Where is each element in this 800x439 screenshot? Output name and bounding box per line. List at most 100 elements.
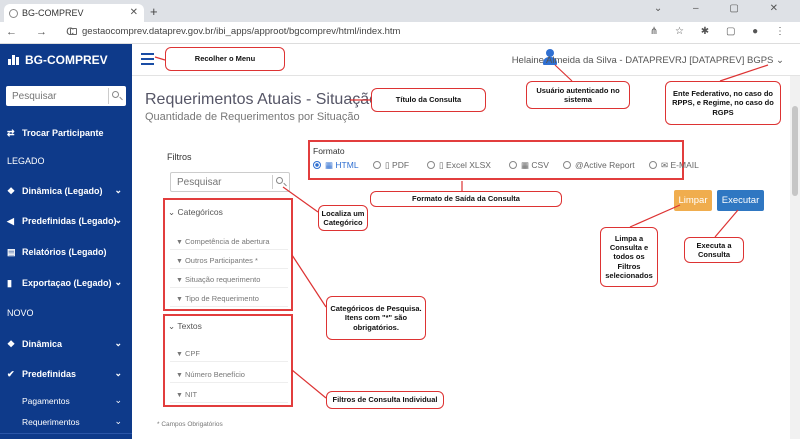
textos-header[interactable]: ⌄ Textos <box>168 321 202 332</box>
sidebar-subitem-label: Pagamentos <box>22 396 70 406</box>
chevron-down-icon: ⌄ <box>114 395 122 405</box>
filter-icon: ▼ <box>176 296 183 303</box>
format-option-label: Excel XLSX <box>446 160 491 170</box>
callout-categoricos: Categóricos de Pesquisa. Itens com "*" s… <box>326 296 426 340</box>
check-icon: ✔ <box>7 369 15 379</box>
sidebar: ⇄ Trocar Participante LEGADO ❖ Dinâmica (L… <box>0 76 132 439</box>
sidebar-item-label: Exportaçao (Legado) <box>22 278 112 288</box>
sidebar-item-predefinidas-legado[interactable]: ◀ Predefinidas (Legado) ⌄ <box>0 211 132 233</box>
filter-icon: ▼ <box>176 258 183 265</box>
arrow-executa <box>714 209 739 238</box>
filter-item[interactable]: ▼ Competência de abertura <box>170 233 288 250</box>
format-option-label: HTML <box>335 160 359 170</box>
callout-localiza: Localiza um Categórico <box>318 205 368 231</box>
callout-executa: Executa a Consulta <box>684 237 744 263</box>
executar-button[interactable]: Executar <box>717 190 764 211</box>
sidebar-item-relatorios-legado[interactable]: ▤ Relatórios (Legado) <box>0 242 132 264</box>
format-label: Formato <box>313 146 345 156</box>
tab-close-icon[interactable]: ✕ <box>130 7 138 18</box>
hamburger-menu-icon[interactable] <box>141 53 154 68</box>
page-scrollbar[interactable] <box>790 76 800 439</box>
sidebar-search-input[interactable] <box>6 86 106 106</box>
format-option-pdf[interactable]: ▯ PDF <box>373 160 409 171</box>
callout-limpa: Limpa a Consulta e todos os Filtros sele… <box>600 227 658 287</box>
sidebar-item-label: Dinâmica (Legado) <box>22 186 103 196</box>
filter-item-label: Número Benefício <box>184 370 245 379</box>
new-tab-icon[interactable]: + <box>150 4 158 19</box>
filter-search-input[interactable] <box>171 173 267 191</box>
filter-item[interactable]: ▼ CPF <box>170 345 288 362</box>
sidebar-item-dinamica-legado[interactable]: ❖ Dinâmica (Legado) ⌄ <box>0 181 132 203</box>
radio-icon <box>509 161 517 169</box>
format-option-html[interactable]: ▦ HTML <box>313 160 359 171</box>
url-text: gestaocomprev.dataprev.gov.br/ibi_apps/a… <box>82 26 401 37</box>
app-header: BG-COMPREV Helaine Almeida da Silva - DA… <box>0 44 800 76</box>
filter-item-label: Situação requerimento <box>184 275 261 284</box>
sidebar-item-trocar-participante[interactable]: ⇄ Trocar Participante <box>0 123 132 145</box>
chevron-down-icon: ⌄ <box>114 277 122 287</box>
sidebar-item-label: Trocar Participante <box>22 128 104 138</box>
limpar-button[interactable]: Limpar <box>674 190 712 211</box>
sidebar-item-dinamica[interactable]: ❖ Dinâmica ⌄ <box>0 334 132 356</box>
required-fields-note: * Campos Obrigatórios <box>157 421 223 428</box>
radio-selected-icon <box>313 161 321 169</box>
browser-tab-bar: BG-COMPREV ✕ + ⌄ – ▢ ✕ <box>0 0 800 22</box>
user-menu[interactable]: Helaine Almeida da Silva - DATAPREVRJ [D… <box>512 55 784 66</box>
search-icon[interactable] <box>108 88 124 104</box>
filter-item[interactable]: ▼ NIT <box>170 386 288 403</box>
browser-tab[interactable]: BG-COMPREV ✕ <box>4 4 144 22</box>
arrow-limpa <box>629 204 681 228</box>
format-option-csv[interactable]: ▦ CSV <box>509 160 549 171</box>
file-icon: ▤ <box>7 247 16 257</box>
filter-icon: ▼ <box>176 277 183 284</box>
format-option-active-report[interactable]: @Active Report <box>563 160 635 170</box>
sidebar-section-novo: NOVO <box>0 303 132 325</box>
brand-logo[interactable]: BG-COMPREV <box>0 44 132 76</box>
cubes-icon: ❖ <box>7 339 16 349</box>
sidebar-item-label: Dinâmica <box>22 339 63 349</box>
callout-filtros-individuais: Filtros de Consulta Individual <box>326 391 444 409</box>
format-option-label: PDF <box>392 160 410 170</box>
document-icon: ▮ <box>7 278 12 288</box>
excel-icon: ▯ <box>439 160 447 170</box>
radio-icon <box>563 161 571 169</box>
user-name: Helaine Almeida da Silva - DATAPREVRJ [D… <box>511 55 774 66</box>
browser-toolbar-icons[interactable]: ⋔ ☆ ✱ ▢ ● ⋮ <box>650 26 792 37</box>
favicon-icon <box>9 9 18 18</box>
filter-item[interactable]: ▼ Número Benefício <box>170 366 288 383</box>
chevron-down-icon: ⌄ <box>114 338 122 348</box>
scrollbar-thumb[interactable] <box>792 106 798 196</box>
textos-title: Textos <box>177 321 202 331</box>
lock-icon <box>70 28 77 35</box>
format-option-email[interactable]: ✉ E-MAIL <box>649 160 699 171</box>
callout-recolher-menu: Recolher o Menu <box>165 47 285 71</box>
sidebar-subitem-requerimentos[interactable]: Requerimentos ⌄ <box>0 413 132 431</box>
search-icon[interactable] <box>272 175 287 189</box>
swap-icon: ⇄ <box>7 128 15 138</box>
caret-left-icon: ◀ <box>7 216 14 226</box>
radio-icon <box>649 161 657 169</box>
filter-item-label: NIT <box>184 390 198 399</box>
sidebar-section-label: NOVO <box>7 308 34 318</box>
cubes-icon: ❖ <box>7 186 16 196</box>
filter-item-label: Outros Participantes * <box>184 256 258 265</box>
callout-ente-federativo: Ente Federativo, no caso do RPPS, e Regi… <box>665 81 781 125</box>
address-bar: ← → C gestaocomprev.dataprev.gov.br/ibi_… <box>0 22 800 44</box>
radio-icon <box>373 161 381 169</box>
format-option-xlsx[interactable]: ▯ Excel XLSX <box>427 160 491 171</box>
sidebar-section-legado: LEGADO <box>0 151 132 173</box>
format-option-label: @Active Report <box>575 160 635 170</box>
arrow-categoricos <box>291 254 327 308</box>
sidebar-item-exportacao-legado[interactable]: ▮ Exportaçao (Legado) ⌄ <box>0 273 132 295</box>
callout-usuario-autenticado: Usuário autenticado no sistema <box>526 81 630 109</box>
filter-item[interactable]: ▼ Outros Participantes * <box>170 252 288 269</box>
categoricos-header[interactable]: ⌄ Categóricos <box>168 207 223 218</box>
filter-item[interactable]: ▼ Situação requerimento <box>170 271 288 288</box>
sidebar-subitem-pagamentos[interactable]: Pagamentos ⌄ <box>0 392 132 410</box>
filter-item-label: Tipo de Requerimento <box>184 294 259 303</box>
sidebar-item-label: Predefinidas <box>22 369 77 379</box>
window-controls[interactable]: ⌄ – ▢ ✕ <box>654 3 792 14</box>
filter-item[interactable]: ▼ Tipo de Requerimento <box>170 290 288 307</box>
sidebar-item-predefinidas[interactable]: ✔ Predefinidas ⌄ <box>0 364 132 386</box>
url-field[interactable]: gestaocomprev.dataprev.gov.br/ibi_apps/a… <box>70 26 400 37</box>
